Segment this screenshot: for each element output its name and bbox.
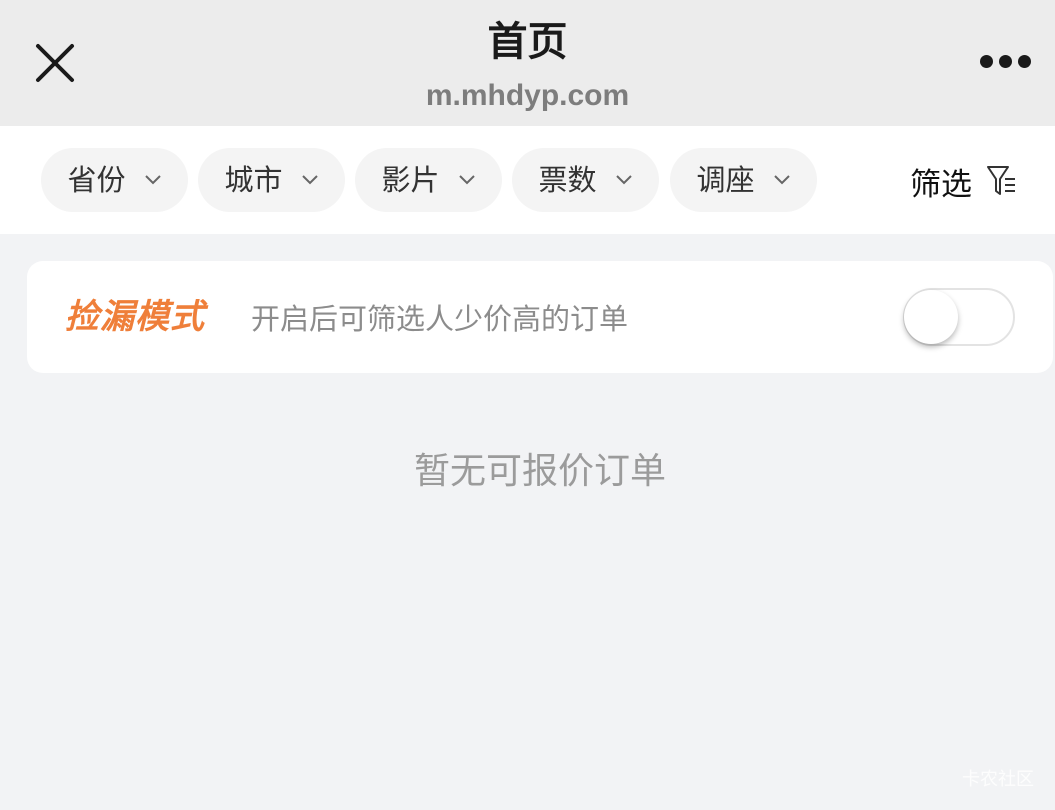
- chevron-down-icon: [144, 175, 161, 185]
- toggle-knob: [904, 290, 958, 344]
- filter-chip-ticket-count[interactable]: 票数: [512, 148, 659, 212]
- filter-bar: 省份 城市 影片 票数 调座 筛选: [0, 126, 1055, 234]
- leak-mode-card: 捡漏模式 开启后可筛选人少价高的订单: [27, 261, 1053, 373]
- chevron-down-icon: [773, 175, 790, 185]
- screen-button[interactable]: 筛选: [910, 156, 1018, 206]
- filter-chip-label: 省份: [67, 163, 126, 197]
- empty-state-message: 暂无可报价订单: [413, 451, 666, 492]
- filter-chip-province[interactable]: 省份: [41, 148, 188, 212]
- watermark: 卡农社区: [962, 769, 1034, 790]
- filter-chip-label: 城市: [224, 163, 283, 197]
- page-title: 首页: [487, 19, 568, 65]
- screen-label: 筛选: [910, 166, 972, 203]
- more-button[interactable]: [976, 50, 1034, 74]
- chevron-down-icon: [458, 175, 475, 185]
- filter-chip-label: 调座: [696, 163, 755, 197]
- filter-chip-seat-adjust[interactable]: 调座: [670, 148, 817, 212]
- page-url: m.mhdyp.com: [425, 79, 630, 112]
- filter-chip-label: 票数: [538, 163, 597, 197]
- filter-chip-city[interactable]: 城市: [198, 148, 345, 212]
- leak-mode-logo: 捡漏模式: [65, 297, 205, 337]
- top-navbar: 首页 m.mhdyp.com: [0, 0, 1055, 126]
- leak-mode-toggle[interactable]: [903, 288, 1015, 346]
- page: 首页 m.mhdyp.com 省份 城市 影片 票数 调座 筛选 捡漏模式 开启…: [0, 0, 1055, 810]
- funnel-icon: [987, 166, 1015, 195]
- leak-mode-description: 开启后可筛选人少价高的订单: [251, 302, 629, 336]
- filter-chip-label: 影片: [381, 163, 440, 197]
- chevron-down-icon: [301, 175, 318, 185]
- chevron-down-icon: [615, 175, 632, 185]
- filter-chip-movie[interactable]: 影片: [355, 148, 502, 212]
